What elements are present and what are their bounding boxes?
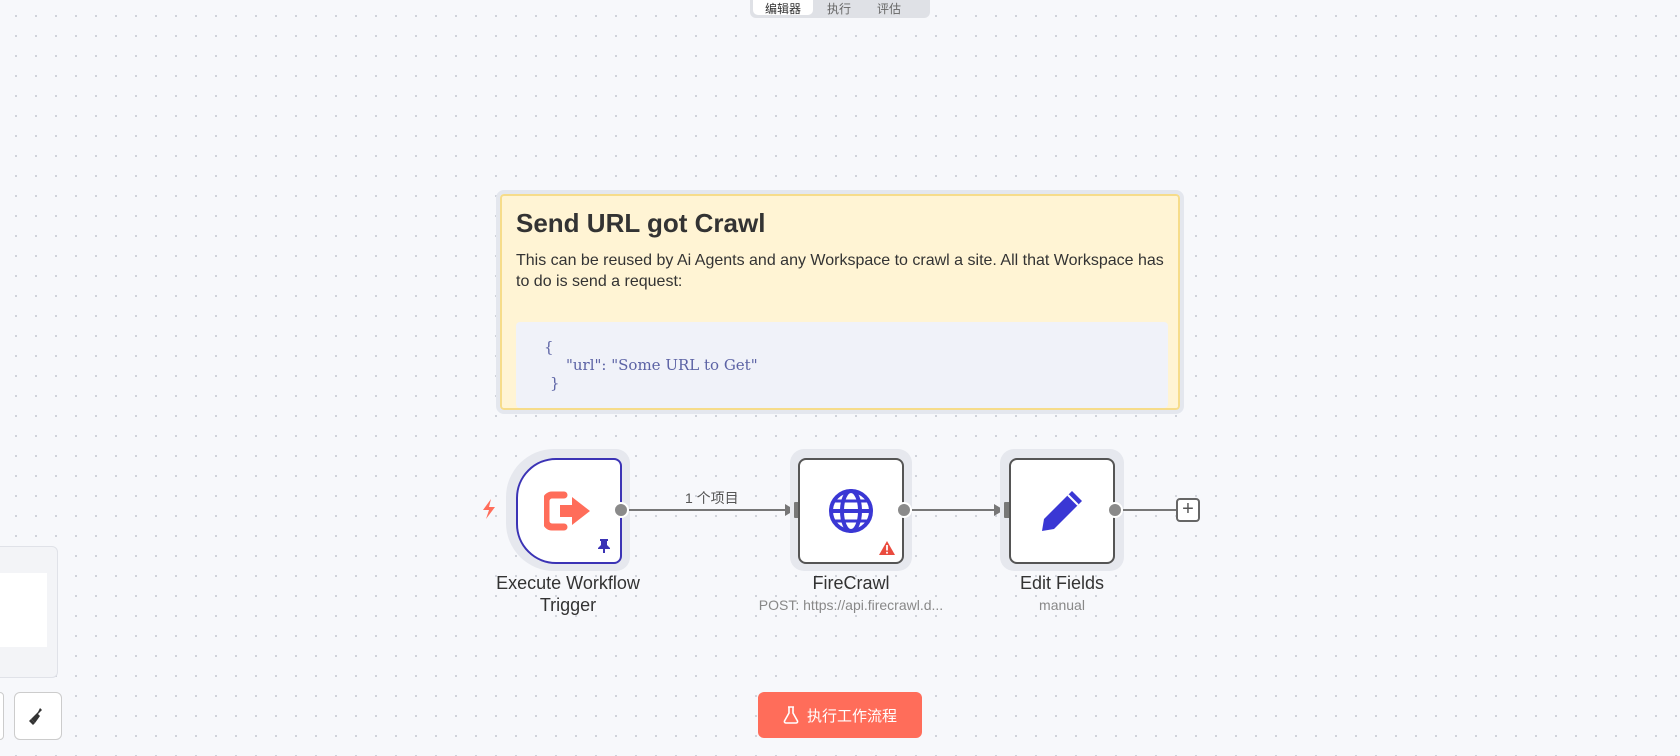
sticky-note-title: Send URL got Crawl xyxy=(516,208,766,238)
pin-icon xyxy=(598,539,610,553)
connection-line[interactable] xyxy=(629,509,785,511)
connection-line[interactable] xyxy=(912,509,996,511)
side-panel xyxy=(0,546,58,678)
side-panel-content xyxy=(0,573,47,647)
code-line: { xyxy=(544,338,554,356)
output-handle[interactable] xyxy=(896,502,912,518)
flask-icon xyxy=(783,706,799,724)
sticky-note-code-block: { "url": "Some URL to Get" } xyxy=(516,322,1168,408)
output-handle[interactable] xyxy=(613,502,629,518)
add-node-button[interactable]: + xyxy=(1176,498,1200,522)
output-handle[interactable] xyxy=(1107,502,1123,518)
warning-icon[interactable] xyxy=(878,540,896,556)
tidy-up-button[interactable] xyxy=(14,692,62,740)
view-tabs: 编辑器 执行 评估 xyxy=(750,0,930,18)
connection-items-label: 1 个项目 xyxy=(685,490,739,506)
trigger-bolt-icon xyxy=(483,499,495,519)
node-title: Execute Workflow Trigger xyxy=(496,573,640,615)
code-line: } xyxy=(550,374,560,392)
canvas-control-button[interactable] xyxy=(0,692,4,740)
sign-out-icon xyxy=(544,491,590,531)
tab-evaluations[interactable]: 评估 xyxy=(865,0,913,16)
globe-icon xyxy=(829,489,873,533)
node-subtitle: POST: https://api.firecrawl.d... xyxy=(758,597,944,613)
node-firecrawl[interactable] xyxy=(798,458,904,564)
sticky-note[interactable]: Send URL got Crawl This can be reused by… xyxy=(496,190,1184,414)
pencil-icon xyxy=(1042,491,1082,531)
code-line: "url": "Some URL to Get" xyxy=(566,356,758,374)
node-title: Edit Fields xyxy=(1019,573,1105,593)
tab-editor[interactable]: 编辑器 xyxy=(753,0,814,16)
execute-workflow-label: 执行工作流程 xyxy=(806,707,897,725)
sticky-note-body: This can be reused by Ai Agents and any … xyxy=(516,252,1164,290)
tab-executions[interactable]: 执行 xyxy=(815,0,863,16)
node-subtitle: manual xyxy=(1039,597,1085,613)
execute-workflow-button[interactable]: 执行工作流程 xyxy=(758,692,922,738)
node-execute-workflow-trigger[interactable] xyxy=(516,458,622,564)
node-edit-fields[interactable] xyxy=(1009,458,1115,564)
connection-line xyxy=(1123,509,1177,511)
node-title: FireCrawl xyxy=(812,573,890,593)
broom-icon xyxy=(29,708,42,725)
